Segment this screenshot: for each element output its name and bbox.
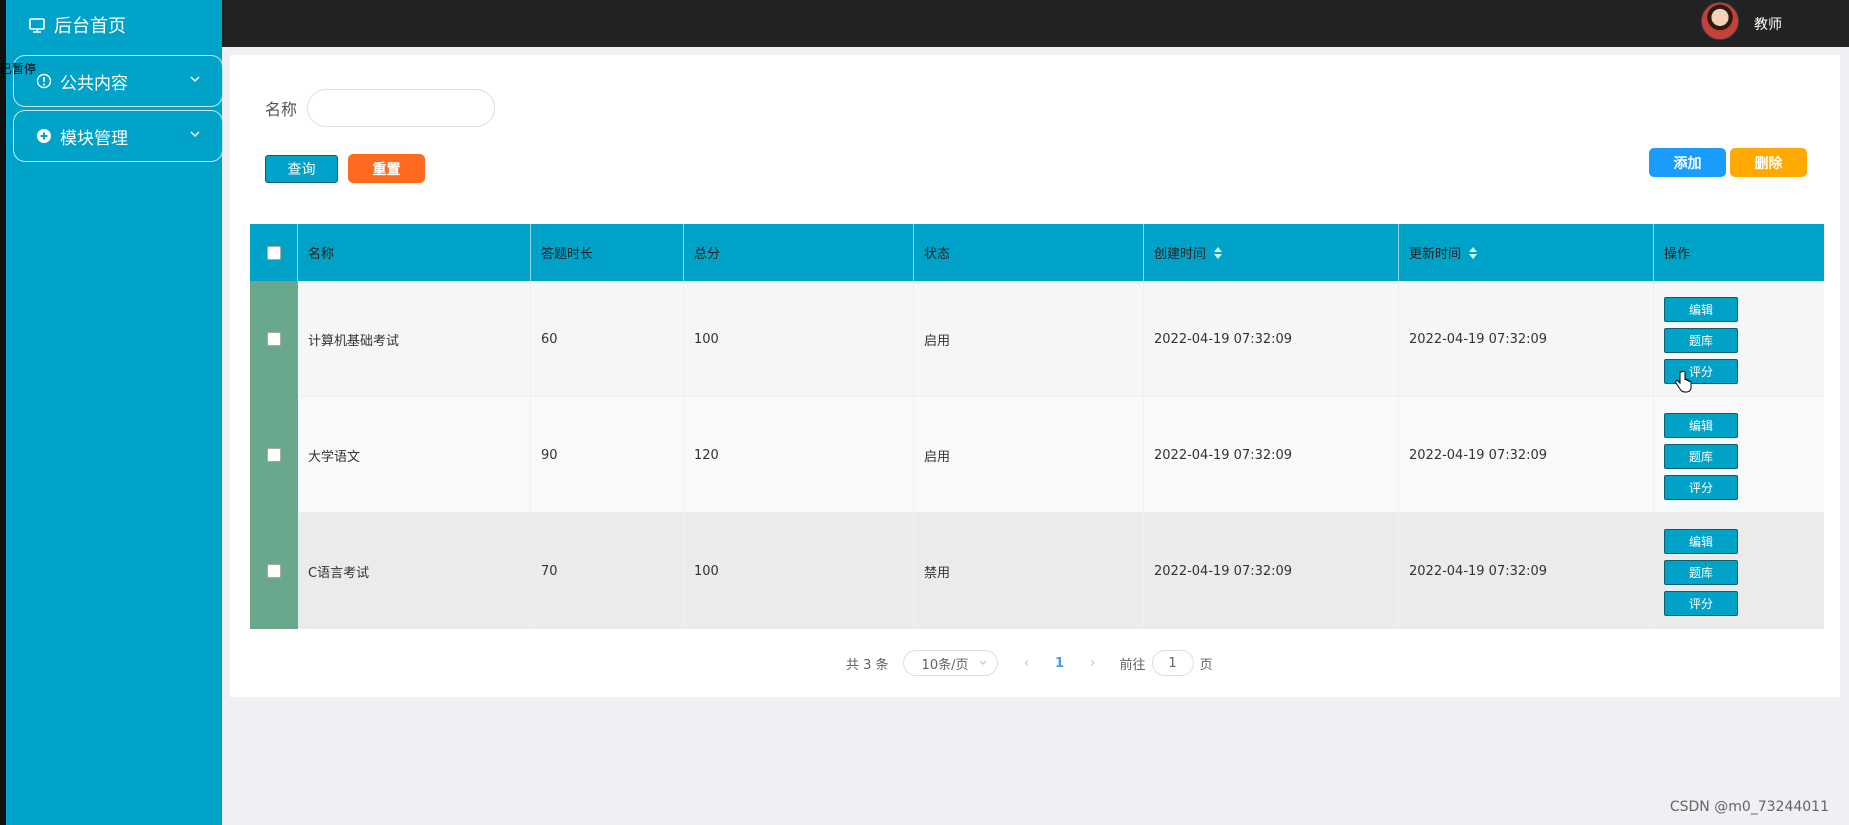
grade-button[interactable]: 评分 xyxy=(1664,475,1738,500)
cell-name: C语言考试 xyxy=(298,513,531,629)
question-bank-button[interactable]: 题库 xyxy=(1664,560,1738,585)
user-avatar[interactable] xyxy=(1701,2,1739,40)
header-duration: 答题时长 xyxy=(531,224,684,281)
reset-button[interactable]: 重置 xyxy=(348,154,425,183)
edit-button[interactable]: 编辑 xyxy=(1664,413,1738,438)
chevron-down-icon xyxy=(188,127,202,141)
sidebar-group-label: 公共内容 xyxy=(60,73,128,94)
top-bar: 教师 xyxy=(222,0,1849,47)
select-all-cell xyxy=(250,224,298,281)
cell-created: 2022-04-19 07:32:09 xyxy=(1144,397,1399,513)
cell-score: 100 xyxy=(684,513,914,629)
cell-score: 100 xyxy=(684,281,914,397)
goto-page-input[interactable]: 1 xyxy=(1151,650,1194,676)
table-row: C语言考试 70 100 禁用 2022-04-19 07:32:09 2022… xyxy=(250,513,1824,629)
header-created[interactable]: 创建时间 xyxy=(1144,224,1399,281)
cell-created: 2022-04-19 07:32:09 xyxy=(1144,281,1399,397)
prev-page-icon[interactable]: ‹ xyxy=(1012,655,1042,671)
add-button[interactable]: 添加 xyxy=(1649,148,1726,177)
sidebar-group-label: 模块管理 xyxy=(60,128,128,149)
header-name: 名称 xyxy=(298,224,531,281)
grade-button[interactable]: 评分 xyxy=(1664,591,1738,616)
hand-cursor-icon xyxy=(1675,370,1692,393)
header-score: 总分 xyxy=(684,224,914,281)
question-bank-button[interactable]: 题库 xyxy=(1664,328,1738,353)
row-checkbox[interactable] xyxy=(267,332,281,346)
table-row: 计算机基础考试 60 100 启用 2022-04-19 07:32:09 20… xyxy=(250,281,1824,397)
cell-status: 启用 xyxy=(914,397,1144,513)
sort-icon[interactable] xyxy=(1469,246,1478,259)
header-updated[interactable]: 更新时间 xyxy=(1399,224,1654,281)
cell-updated: 2022-04-19 07:32:09 xyxy=(1399,397,1654,513)
page-suffix: 页 xyxy=(1199,657,1213,673)
plus-circle-icon xyxy=(36,128,52,144)
header-status: 状态 xyxy=(914,224,1144,281)
cell-duration: 70 xyxy=(531,513,684,629)
cell-name: 大学语文 xyxy=(298,397,531,513)
chevron-down-icon xyxy=(188,72,202,86)
pagination: 共 3 条 10条/页 ‹ 1 › 前往 1 页 xyxy=(846,649,1213,677)
page-size-value: 10条/页 xyxy=(921,657,969,673)
goto-label: 前往 xyxy=(1119,657,1146,673)
table-row: 大学语文 90 120 启用 2022-04-19 07:32:09 2022-… xyxy=(250,397,1824,513)
row-select-cell xyxy=(250,397,298,513)
table-header: 名称 答题时长 总分 状态 创建时间 更新时间 操作 xyxy=(250,224,1824,281)
watermark: CSDN @m0_73244011 xyxy=(1669,799,1829,815)
monitor-icon xyxy=(28,16,46,34)
cell-created: 2022-04-19 07:32:09 xyxy=(1144,513,1399,629)
sidebar-item-home[interactable]: 后台首页 xyxy=(28,10,126,40)
search-name-label: 名称 xyxy=(265,100,298,119)
user-role-label: 教师 xyxy=(1754,17,1782,33)
header-created-label: 创建时间 xyxy=(1154,247,1207,262)
row-checkbox[interactable] xyxy=(267,564,281,578)
header-actions: 操作 xyxy=(1664,247,1691,262)
cell-updated: 2022-04-19 07:32:09 xyxy=(1399,513,1654,629)
edit-button[interactable]: 编辑 xyxy=(1664,529,1738,554)
sidebar-group-module-management[interactable]: 模块管理 xyxy=(13,110,223,162)
sidebar-home-label: 后台首页 xyxy=(54,16,126,37)
delete-button[interactable]: 删除 xyxy=(1730,148,1807,177)
cell-name: 计算机基础考试 xyxy=(298,281,531,397)
chevron-down-icon xyxy=(977,657,989,669)
cell-status: 禁用 xyxy=(914,513,1144,629)
row-checkbox[interactable] xyxy=(267,448,281,462)
edit-button[interactable]: 编辑 xyxy=(1664,297,1738,322)
cell-status: 启用 xyxy=(914,281,1144,397)
sidebar: 后台首页 公共内容 模块管理 xyxy=(0,0,223,825)
sort-icon[interactable] xyxy=(1214,246,1223,259)
sidebar-group-public-content[interactable]: 公共内容 xyxy=(13,55,223,107)
next-page-icon[interactable]: › xyxy=(1078,655,1108,671)
row-actions: 编辑 题库 评分 xyxy=(1664,513,1824,629)
query-button[interactable]: 查询 xyxy=(265,155,338,183)
header-updated-label: 更新时间 xyxy=(1409,247,1462,262)
cell-score: 120 xyxy=(684,397,914,513)
search-name-input[interactable] xyxy=(307,89,495,127)
current-page[interactable]: 1 xyxy=(1042,656,1078,671)
row-actions: 编辑 题库 评分 xyxy=(1664,397,1824,513)
pagination-total: 共 3 条 xyxy=(846,657,889,673)
select-all-checkbox[interactable] xyxy=(266,245,281,260)
row-select-cell xyxy=(250,281,298,397)
page-size-select[interactable]: 10条/页 xyxy=(902,650,998,676)
cell-duration: 60 xyxy=(531,281,684,397)
info-circle-icon xyxy=(36,73,52,89)
cell-updated: 2022-04-19 07:32:09 xyxy=(1399,281,1654,397)
paused-overlay-tag: 已暂停 xyxy=(0,62,37,76)
question-bank-button[interactable]: 题库 xyxy=(1664,444,1738,469)
cell-duration: 90 xyxy=(531,397,684,513)
row-select-cell xyxy=(250,513,298,629)
